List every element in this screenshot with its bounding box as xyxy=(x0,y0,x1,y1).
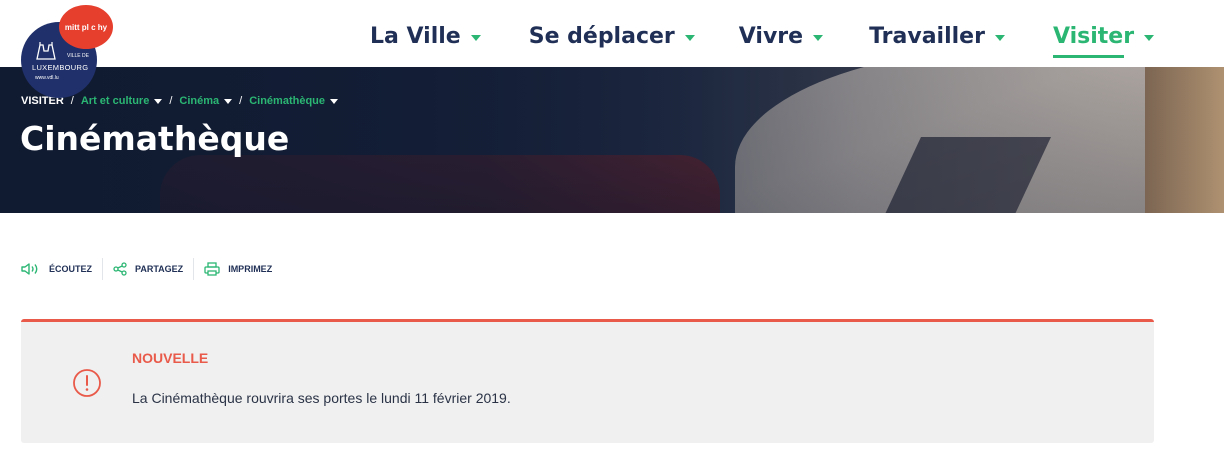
breadcrumb-label: Cinémathèque xyxy=(249,95,325,107)
nav-item-se-deplacer[interactable]: Se déplacer xyxy=(529,16,695,56)
chevron-down-icon xyxy=(154,98,163,104)
logo-small-text: VILLE DE xyxy=(67,53,89,59)
breadcrumb-label: Art et culture xyxy=(80,95,150,107)
print-button[interactable]: IMPRIMEZ xyxy=(204,262,272,276)
chevron-down-icon xyxy=(330,98,338,104)
hero-banner: VISITER / Art et culture / Cinéma / Ciné… xyxy=(0,67,1224,213)
print-label: IMPRIMEZ xyxy=(228,264,273,274)
breadcrumb-label: Cinéma xyxy=(179,95,220,107)
chevron-down-icon xyxy=(994,35,1005,41)
chevron-down-icon xyxy=(1144,35,1155,41)
breadcrumb-item-cinematheque[interactable]: Cinémathèque xyxy=(249,95,338,107)
share-label: PARTAGEZ xyxy=(135,264,184,274)
notice-title: NOUVELLE xyxy=(132,350,209,366)
chevron-down-icon xyxy=(224,98,233,104)
nav-item-label: Travailler xyxy=(869,23,985,49)
share-button[interactable]: PARTAGEZ xyxy=(113,262,183,276)
share-icon xyxy=(113,262,127,276)
breadcrumb-item-art-et-culture[interactable]: Art et culture xyxy=(80,95,163,107)
nav-item-label: Visiter xyxy=(1052,23,1135,49)
breadcrumb-separator: / xyxy=(239,95,243,107)
page-title: Cinémathèque xyxy=(20,119,290,158)
nav-item-label: Se déplacer xyxy=(528,23,675,49)
page-toolbar: ÉCOUTEZ PARTAGEZ IMPRIMEZ xyxy=(21,258,272,280)
nav-item-label: La Ville xyxy=(370,23,461,49)
breadcrumb-separator: / xyxy=(169,95,173,107)
nav-item-travailler[interactable]: Travailler xyxy=(869,16,1005,56)
breadcrumb-item-cinema[interactable]: Cinéma xyxy=(179,95,233,107)
chevron-down-icon xyxy=(813,35,824,41)
castle-icon xyxy=(36,42,56,60)
toolbar-divider xyxy=(102,258,104,280)
breadcrumb-separator: / xyxy=(70,95,74,107)
notice-text: La Cinémathèque rouvrira ses portes le l… xyxy=(132,390,511,406)
nav-item-label: Vivre xyxy=(738,23,804,49)
news-notice: NOUVELLE La Cinémathèque rouvrira ses po… xyxy=(21,319,1154,443)
printer-icon xyxy=(204,262,220,276)
logo-bubble: mitt pl c hy xyxy=(59,5,113,49)
exclamation-circle-icon xyxy=(73,369,101,397)
speaker-icon xyxy=(21,263,38,275)
nav-item-la-ville[interactable]: La Ville xyxy=(370,16,481,56)
nav-item-vivre[interactable]: Vivre xyxy=(738,16,824,56)
logo-name: LUXEMBOURG xyxy=(32,63,89,72)
logo-url: www.vdl.lu xyxy=(35,75,59,81)
chevron-down-icon xyxy=(470,35,481,41)
main-nav: La Ville Se déplacer Vivre Travailler Vi… xyxy=(370,16,1155,58)
listen-button[interactable]: ÉCOUTEZ xyxy=(21,262,92,276)
breadcrumb: VISITER / Art et culture / Cinéma / Ciné… xyxy=(21,95,338,107)
nav-item-visiter[interactable]: Visiter xyxy=(1052,16,1155,58)
toolbar-divider xyxy=(193,258,195,280)
chevron-down-icon xyxy=(684,35,695,41)
site-header: La Ville Se déplacer Vivre Travailler Vi… xyxy=(0,0,1224,67)
listen-label: ÉCOUTEZ xyxy=(49,264,93,274)
logo-bubble-text: mitt pl c hy xyxy=(64,22,108,32)
